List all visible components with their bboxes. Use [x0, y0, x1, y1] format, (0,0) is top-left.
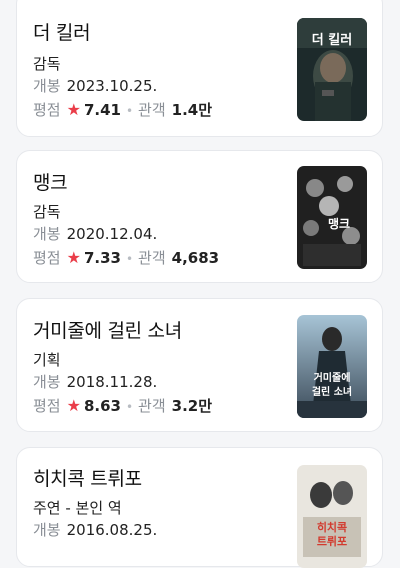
rating-value: 7.33 [83, 249, 121, 267]
release-row: 개봉 2018.11.28. [33, 371, 157, 392]
release-label: 개봉 [33, 373, 61, 391]
release-label: 개봉 [33, 225, 61, 243]
audience-value: 4,683 [171, 249, 220, 267]
star-icon: ★ [66, 396, 81, 415]
movie-title[interactable]: 거미줄에 걸린 소녀 [33, 316, 182, 343]
release-date: 2020.12.04. [66, 225, 158, 243]
movie-poster[interactable]: 거미줄에 걸린 소녀 [297, 315, 367, 418]
release-label: 개봉 [33, 521, 61, 539]
movie-role: 감독 [33, 55, 61, 73]
movie-card[interactable]: 거미줄에 걸린 소녀 기획 개봉 2018.11.28. 평점 ★ 8.63 • 관객 3.… [16, 298, 383, 432]
rating-label: 평점 [33, 397, 61, 415]
poster-title: 맹크 [328, 216, 350, 231]
movie-poster[interactable]: 더 킬러 [297, 18, 367, 121]
movie-card[interactable]: 더 킬러 감독 개봉 2023.10.25. 평점 ★ 7.41 • 관객 1.4만 더 킬… [16, 0, 383, 137]
poster-title-line-1: 거미줄에 [314, 371, 351, 384]
release-row: 개봉 2023.10.25. [33, 75, 157, 96]
audience-value: 1.4만 [171, 101, 213, 119]
poster-title: 더 킬러 [312, 32, 352, 48]
movie-role: 감독 [33, 203, 61, 221]
star-icon: ★ [66, 100, 81, 119]
poster-title-line-2: 걸린 소녀 [312, 385, 352, 398]
release-label: 개봉 [33, 77, 61, 95]
audience-label: 관객 [138, 397, 166, 415]
rating-label: 평점 [33, 249, 61, 267]
poster-title-line-1: 히치콕 [317, 520, 347, 534]
movie-title[interactable]: 더 킬러 [33, 18, 91, 45]
movie-title[interactable]: 히치콕 트뤼포 [33, 464, 142, 491]
audience-label: 관객 [138, 101, 166, 119]
dot-icon: • [125, 104, 134, 118]
movie-card[interactable]: 맹크 감독 개봉 2020.12.04. 평점 ★ 7.33 • 관객 4,683 맹크 [16, 150, 383, 283]
movie-card[interactable]: 히치콕 트뤼포 주연 - 본인 역 개봉 2016.08.25. 히치콕 트뤼포 [16, 447, 383, 568]
release-row: 개봉 2020.12.04. [33, 223, 157, 244]
movie-title[interactable]: 맹크 [33, 168, 68, 195]
star-icon: ★ [66, 248, 81, 267]
audience-label: 관객 [138, 249, 166, 267]
rating-row: 평점 ★ 8.63 • 관객 3.2만 [33, 395, 212, 416]
release-date: 2016.08.25. [66, 521, 158, 539]
movie-role: 기획 [33, 351, 61, 369]
movie-poster[interactable]: 히치콕 트뤼포 [297, 465, 367, 568]
rating-label: 평점 [33, 101, 61, 119]
movie-poster[interactable]: 맹크 [297, 166, 367, 269]
rating-value: 7.41 [83, 101, 121, 119]
audience-value: 3.2만 [171, 397, 213, 415]
dot-icon: • [125, 400, 134, 414]
dot-icon: • [125, 252, 134, 266]
release-row: 개봉 2016.08.25. [33, 519, 157, 540]
poster-title-line-2: 트뤼포 [317, 535, 347, 548]
rating-value: 8.63 [83, 397, 121, 415]
movie-role: 주연 - 본인 역 [33, 499, 122, 517]
movie-list: 더 킬러 감독 개봉 2023.10.25. 평점 ★ 7.41 • 관객 1.4만 더 킬… [0, 0, 400, 568]
rating-row: 평점 ★ 7.33 • 관객 4,683 [33, 247, 219, 268]
release-date: 2023.10.25. [66, 77, 158, 95]
rating-row: 평점 ★ 7.41 • 관객 1.4만 [33, 99, 212, 120]
release-date: 2018.11.28. [66, 373, 158, 391]
